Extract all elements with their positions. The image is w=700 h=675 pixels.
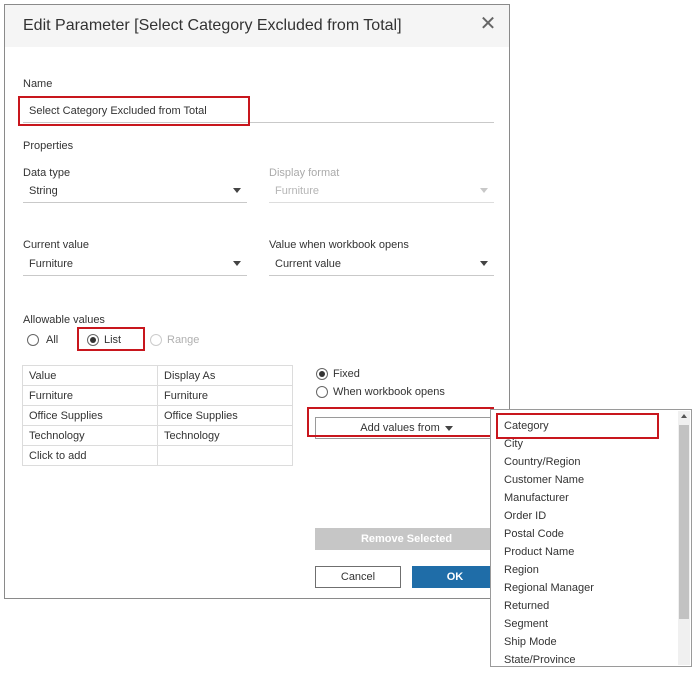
properties-heading: Properties [23,140,74,152]
dropdown-item-city[interactable]: City [504,438,523,450]
data-type-select[interactable]: String [23,181,247,203]
dropdown-item-state-province[interactable]: State/Province [504,654,576,666]
edit-parameter-dialog: Edit Parameter [Select Category Excluded… [4,4,510,599]
data-type-value: String [29,185,58,197]
category-highlight-box [496,413,659,439]
table-row[interactable]: Technology Technology [22,425,293,446]
table-header-row: Value Display As [22,365,293,386]
table-cell[interactable]: Furniture [157,385,293,406]
workbook-opens-label: Value when workbook opens [269,239,409,251]
radio-fixed[interactable] [316,368,328,380]
radio-range-label: Range [167,334,200,346]
radio-when-workbook-opens-label: When workbook opens [333,386,445,398]
dialog-titlebar: Edit Parameter [Select Category Excluded… [5,5,509,47]
table-row[interactable]: Office Supplies Office Supplies [22,405,293,426]
dropdown-item-manufacturer[interactable]: Manufacturer [504,492,569,504]
name-highlight-box [18,96,250,126]
chevron-down-icon [480,188,488,193]
chevron-down-icon [480,261,488,266]
dropdown-item-customer-name[interactable]: Customer Name [504,474,584,486]
dropdown-item-region[interactable]: Region [504,564,539,576]
table-header-value: Value [22,365,158,386]
close-icon[interactable]: ✕ [477,13,499,35]
add-values-dropdown: Category City Country/Region Customer Na… [490,409,692,667]
remove-selected-button: Remove Selected [315,528,498,550]
ok-button[interactable]: OK [412,566,498,588]
name-label: Name [23,78,53,90]
dropdown-item-returned[interactable]: Returned [504,600,549,612]
dropdown-item-postal-code[interactable]: Postal Code [504,528,564,540]
allowable-values-label: Allowable values [23,314,105,326]
list-highlight-box [77,327,145,351]
radio-range [150,334,162,346]
data-type-label: Data type [23,167,71,179]
table-cell[interactable] [157,445,293,466]
scrollbar-thumb[interactable] [679,425,689,619]
chevron-down-icon [233,188,241,193]
dropdown-item-regional-manager[interactable]: Regional Manager [504,582,594,594]
workbook-opens-value: Current value [275,258,342,270]
table-cell[interactable]: Technology [157,425,293,446]
table-cell[interactable]: Office Supplies [22,405,158,426]
values-table: Value Display As Furniture Furniture Off… [22,365,293,466]
table-cell[interactable]: Technology [22,425,158,446]
table-add-row[interactable]: Click to add [22,445,293,466]
table-cell[interactable]: Furniture [22,385,158,406]
display-format-label: Display format [269,167,340,179]
dropdown-item-country-region[interactable]: Country/Region [504,456,580,468]
radio-all[interactable] [27,334,39,346]
dropdown-item-ship-mode[interactable]: Ship Mode [504,636,557,648]
table-cell[interactable]: Office Supplies [157,405,293,426]
cancel-button[interactable]: Cancel [315,566,401,588]
dropdown-item-product-name[interactable]: Product Name [504,546,574,558]
current-value-label: Current value [23,239,90,251]
dropdown-scrollbar[interactable] [678,411,690,665]
chevron-down-icon [233,261,241,266]
table-header-display-as: Display As [157,365,293,386]
radio-when-workbook-opens[interactable] [316,386,328,398]
scroll-up-icon[interactable] [681,414,687,418]
display-format-value: Furniture [275,185,320,197]
current-value-select[interactable]: Furniture [23,254,247,276]
dropdown-item-segment[interactable]: Segment [504,618,548,630]
click-to-add-cell[interactable]: Click to add [22,445,158,466]
dropdown-item-order-id[interactable]: Order ID [504,510,546,522]
dialog-title: Edit Parameter [Select Category Excluded… [23,17,402,34]
workbook-opens-select[interactable]: Current value [269,254,494,276]
radio-all-label: All [46,334,59,346]
current-value-value: Furniture [29,258,74,270]
table-row[interactable]: Furniture Furniture [22,385,293,406]
radio-fixed-label: Fixed [333,368,360,380]
display-format-select: Furniture [269,181,494,203]
add-values-highlight-box [307,407,494,437]
